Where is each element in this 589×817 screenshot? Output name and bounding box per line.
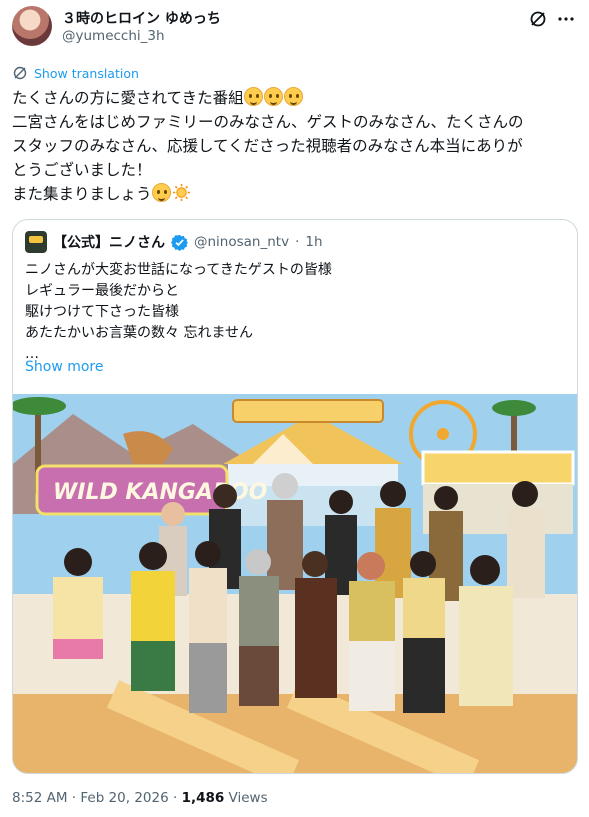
tweet-line: とうございました！ (12, 161, 152, 179)
quoted-line: 駆けつけて下さった皆様 (25, 304, 179, 320)
tweet-text: たくさんの方に愛されてきた番組 二宮さんをはじめファミリーのみなさん、ゲストのみ… (12, 86, 578, 206)
show-translation-link[interactable]: Show translation (12, 64, 139, 82)
tweet-line: 二宮さんをはじめファミリーのみなさん、ゲストのみなさん、たくさんの (12, 113, 524, 131)
tweet-line: たくさんの方に愛されてきた番組 (12, 86, 578, 110)
quoted-separator: · (295, 234, 300, 250)
more-icon[interactable] (556, 9, 576, 29)
author-display-name[interactable]: ３時のヒロイン ゆめっち (62, 8, 221, 28)
author-avatar[interactable] (12, 6, 52, 46)
sun-emoji (172, 183, 190, 202)
tweet-footer: 8:52 AM · Feb 20, 2026 · 1,486 Views (12, 790, 268, 806)
pleading-face-emoji (243, 87, 263, 106)
tweet-line: また集まりましょう (12, 182, 578, 206)
pleading-face-emoji (263, 87, 283, 106)
quoted-tweet-photo[interactable]: WILD KANGAROO (13, 394, 577, 773)
group-photo-illustration: WILD KANGAROO (13, 394, 577, 773)
show-translation-label: Show translation (34, 65, 139, 81)
quoted-author-handle[interactable]: @ninosan_ntv (194, 234, 289, 250)
quoted-tweet-text: ニノさんが大変お世話になってきたゲストの皆様 レギュラー最後だからと 駆けつけて… (25, 260, 332, 365)
author-handle[interactable]: @yumecchi_3h (62, 28, 165, 44)
translate-icon (13, 66, 27, 80)
tweet-timestamp[interactable]: 8:52 AM · Feb 20, 2026 · (12, 790, 182, 806)
pleading-face-emoji (283, 87, 303, 106)
quoted-time[interactable]: 1h (305, 234, 322, 250)
quoted-line: あたたかいお言葉の数々 忘れません (25, 325, 254, 341)
grok-icon[interactable] (528, 9, 548, 29)
quoted-line: ニノさんが大変お世話になってきたゲストの皆様 (25, 262, 332, 278)
pleading-face-emoji (151, 183, 171, 202)
show-more-link[interactable]: Show more (25, 359, 104, 375)
quoted-author-display-name[interactable]: 【公式】ニノさん (53, 232, 165, 252)
tweet-header: ３時のヒロイン ゆめっち @yumecchi_3h (12, 6, 578, 50)
quoted-author-avatar[interactable] (25, 231, 47, 253)
views-count: 1,486 (181, 790, 225, 806)
verified-badge-icon (171, 234, 188, 251)
quoted-tweet-header: 【公式】ニノさん @ninosan_ntv · 1h (25, 231, 323, 253)
quoted-line: レギュラー最後だからと (25, 283, 179, 299)
views-label: Views (224, 790, 268, 806)
tweet-line: スタッフのみなさん、応援してくださった視聴者のみなさん本当にありが (12, 137, 523, 155)
quoted-tweet[interactable]: 【公式】ニノさん @ninosan_ntv · 1h ニノさんが大変お世話になっ… (12, 219, 578, 774)
